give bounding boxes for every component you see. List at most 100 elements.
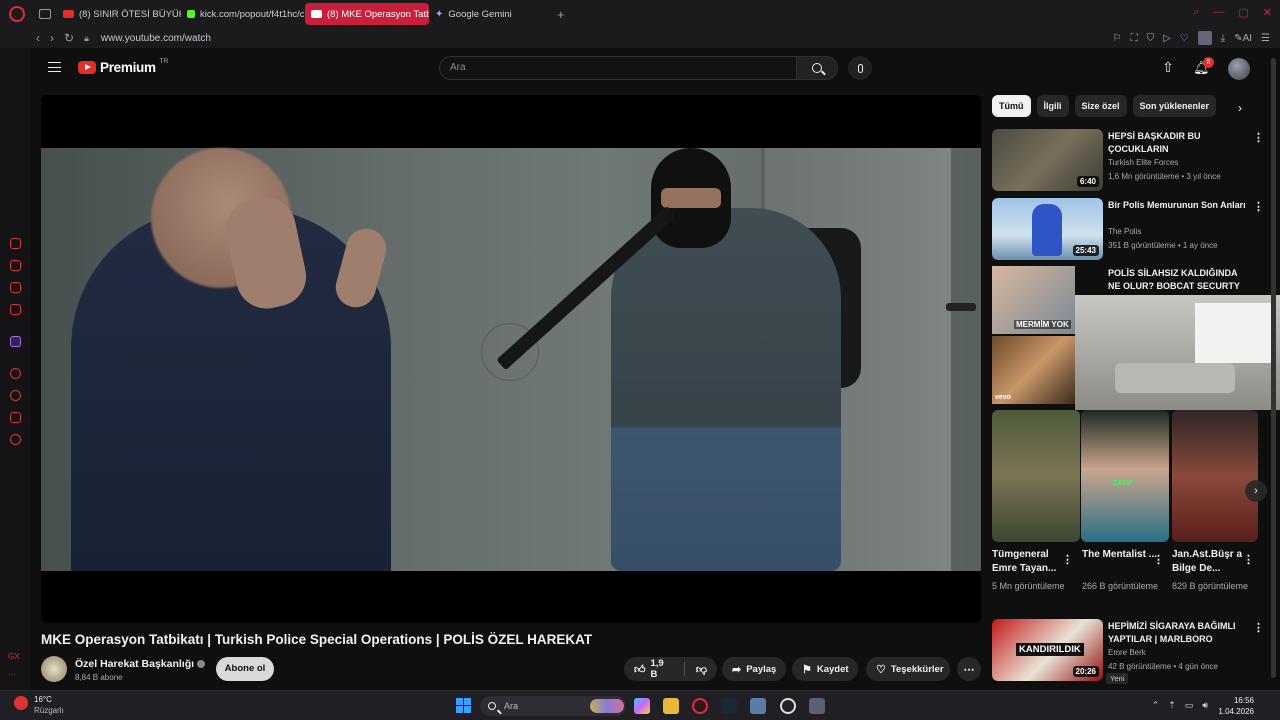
heart-icon[interactable]: ♡ — [1180, 33, 1189, 44]
floating-overlay-preview[interactable] — [1075, 295, 1280, 410]
rec-title[interactable]: Bir Polis Memurunun Son Anları — [1108, 199, 1246, 212]
maximize-icon[interactable]: ▢ — [1238, 6, 1248, 19]
like-count[interactable]: 1,9 B — [651, 658, 673, 680]
chevron-right-icon[interactable]: › — [1238, 101, 1242, 115]
video-thumbnail[interactable]: 6:40 — [992, 129, 1103, 191]
shorts-title[interactable]: The Mentalist ... — [1082, 548, 1157, 562]
subscribe-button[interactable]: Abone ol — [216, 657, 274, 681]
sidebar-more-icon[interactable]: ··· — [8, 670, 16, 679]
sidebar-extensions-icon[interactable] — [10, 412, 21, 423]
rec-channel[interactable]: Turkish Elite Forces — [1108, 158, 1178, 167]
chip-related[interactable]: İlgili — [1036, 95, 1069, 117]
sidebar-gx-icon[interactable]: GX — [8, 652, 20, 661]
share-button[interactable]: ➦ Paylaş — [722, 657, 786, 681]
video-player[interactable] — [41, 95, 981, 623]
reload-icon[interactable]: ↻ — [64, 31, 74, 45]
more-vert-icon[interactable]: ⋮ — [1253, 200, 1264, 213]
bookmark-icon[interactable]: ⚐ — [1113, 33, 1122, 44]
chip-recent[interactable]: Son yüklenenler — [1132, 95, 1217, 117]
sidebar-history-icon[interactable] — [10, 390, 21, 401]
sidebar-instagram-icon[interactable] — [10, 282, 21, 293]
sidebar-speed-dial-icon[interactable] — [10, 238, 21, 249]
shield-icon[interactable]: ⛉ — [1147, 33, 1155, 44]
channel-avatar[interactable] — [41, 656, 67, 682]
browser-tab[interactable]: kick.com/popout/f4t1hc/chat — [181, 3, 305, 25]
voice-search-button[interactable] — [848, 56, 872, 80]
dislike-icon[interactable]: 👎︎ — [696, 663, 707, 676]
url-field[interactable]: www.youtube.com/watch — [101, 33, 211, 44]
menu-icon[interactable]: ☰ — [1261, 33, 1270, 44]
weather-icon[interactable] — [14, 696, 28, 710]
save-button[interactable]: ⚑ Kaydet — [792, 657, 858, 681]
close-icon[interactable]: ✕ — [1263, 6, 1272, 19]
browser-tab[interactable]: ✦ Google Gemini — [429, 3, 549, 25]
video-thumbnail[interactable]: KANDIRILDIK 20:26 — [992, 619, 1103, 681]
shorts-thumbnail[interactable] — [1172, 410, 1258, 542]
play-icon[interactable]: ▷ — [1163, 33, 1171, 44]
sidebar-messenger-icon[interactable] — [10, 304, 21, 315]
download-icon[interactable]: ⤓ — [1221, 33, 1225, 44]
system-clock[interactable]: 16:56 1.04.2026 — [1218, 695, 1254, 717]
app-window-icon[interactable] — [750, 698, 766, 714]
aria-ai-button[interactable]: ✎AI — [1234, 33, 1252, 44]
app-misc-icon[interactable] — [809, 698, 825, 714]
app-circle-icon[interactable] — [780, 698, 796, 714]
more-vert-icon[interactable]: ⋮ — [1062, 553, 1073, 566]
shorts-thumbnail[interactable] — [992, 410, 1080, 542]
recommended-video[interactable]: KANDIRILDIK 20:26 HEPİMİZİ SİGARAYA BAĞI… — [992, 619, 1264, 681]
taskbar-search[interactable]: Ara — [480, 696, 626, 716]
search-tabs-icon[interactable]: ⌕ — [1193, 6, 1199, 19]
video-thumbnail[interactable]: MERMİM YOK — [992, 266, 1075, 334]
chip-all[interactable]: Tümü — [992, 95, 1031, 117]
like-icon[interactable]: 👍︎ — [634, 663, 646, 676]
channel-name-row[interactable]: Özel Harekat Başkanlığı — [75, 658, 206, 670]
speaker-icon[interactable]: 🔊︎ — [1202, 700, 1208, 711]
shorts-thumbnail[interactable]: ZAYIF — [1081, 410, 1169, 542]
chevron-up-icon[interactable]: ⌃ — [1152, 700, 1160, 711]
more-actions-button[interactable]: ⋯ — [957, 657, 981, 681]
rec-channel[interactable]: The Polis — [1108, 227, 1141, 236]
recommended-video[interactable]: 25:43 Bir Polis Memurunun Son Anları The… — [992, 198, 1264, 260]
rec-title[interactable]: HEPİMİZİ SİGARAYA BAĞIMLI YAPTILAR | MAR… — [1108, 620, 1246, 646]
more-vert-icon[interactable]: ⋮ — [1243, 553, 1254, 566]
steam-icon[interactable] — [721, 698, 737, 714]
browser-tab[interactable]: (8) SINIR ÖTESİ BÜYÜK OPERASYON — [57, 3, 181, 25]
wifi-icon[interactable]: ⇡ — [1168, 700, 1176, 711]
chevron-right-icon[interactable]: › — [1245, 480, 1267, 502]
file-explorer-icon[interactable] — [663, 698, 679, 714]
recommended-video[interactable]: 6:40 HEPSİ BAŞKADIR BU ÇOCUKLARIN Turkis… — [992, 129, 1264, 191]
minimize-icon[interactable]: — — [1213, 6, 1224, 19]
video-thumbnail[interactable]: 25:43 — [992, 198, 1103, 260]
youtube-logo[interactable]: Premium TR — [78, 58, 168, 75]
new-tab-button[interactable]: + — [557, 7, 565, 22]
sidebar-workspace-icon[interactable] — [10, 260, 21, 271]
more-vert-icon[interactable]: ⋮ — [1253, 131, 1264, 144]
sidebar-player-icon[interactable] — [10, 368, 21, 379]
weather-description[interactable]: Rüzgarlı — [34, 706, 64, 715]
account-avatar[interactable] — [1228, 58, 1250, 80]
shorts-title[interactable]: Jan.Ast.Büşr a Bilge De... — [1172, 548, 1247, 576]
more-vert-icon[interactable]: ⋮ — [1253, 621, 1264, 634]
tab-islands-icon[interactable] — [39, 9, 51, 19]
sidebar-settings-icon[interactable] — [10, 434, 21, 445]
more-vert-icon[interactable]: ⋮ — [1153, 553, 1164, 566]
browser-tab-active[interactable]: (8) MKE Operasyon Tatbikatı — [305, 3, 429, 25]
copilot-icon[interactable] — [634, 698, 650, 714]
windows-icon[interactable] — [456, 698, 471, 713]
search-input[interactable]: Ara — [439, 56, 796, 80]
rec-title[interactable]: HEPSİ BAŞKADIR BU ÇOCUKLARIN — [1108, 130, 1246, 156]
upload-icon[interactable]: ⇧ — [1161, 60, 1175, 76]
back-icon[interactable]: ‹ — [36, 31, 40, 45]
page-scrollbar[interactable] — [1271, 58, 1276, 678]
chip-for-you[interactable]: Size özel — [1074, 95, 1127, 117]
snapshot-icon[interactable]: ⛶ — [1131, 33, 1138, 44]
sidebar-twitch-icon[interactable] — [10, 336, 21, 347]
opera-taskbar-icon[interactable] — [692, 698, 708, 714]
forward-icon[interactable]: › — [50, 31, 54, 45]
opera-logo-icon[interactable] — [9, 6, 25, 22]
shorts-title[interactable]: Tümgeneral Emre Tayan... — [992, 548, 1067, 576]
profile-avatar[interactable] — [1197, 31, 1212, 45]
video-thumbnail[interactable]: vevo — [992, 336, 1075, 404]
hamburger-menu-icon[interactable] — [48, 62, 61, 72]
search-button[interactable] — [796, 56, 838, 80]
